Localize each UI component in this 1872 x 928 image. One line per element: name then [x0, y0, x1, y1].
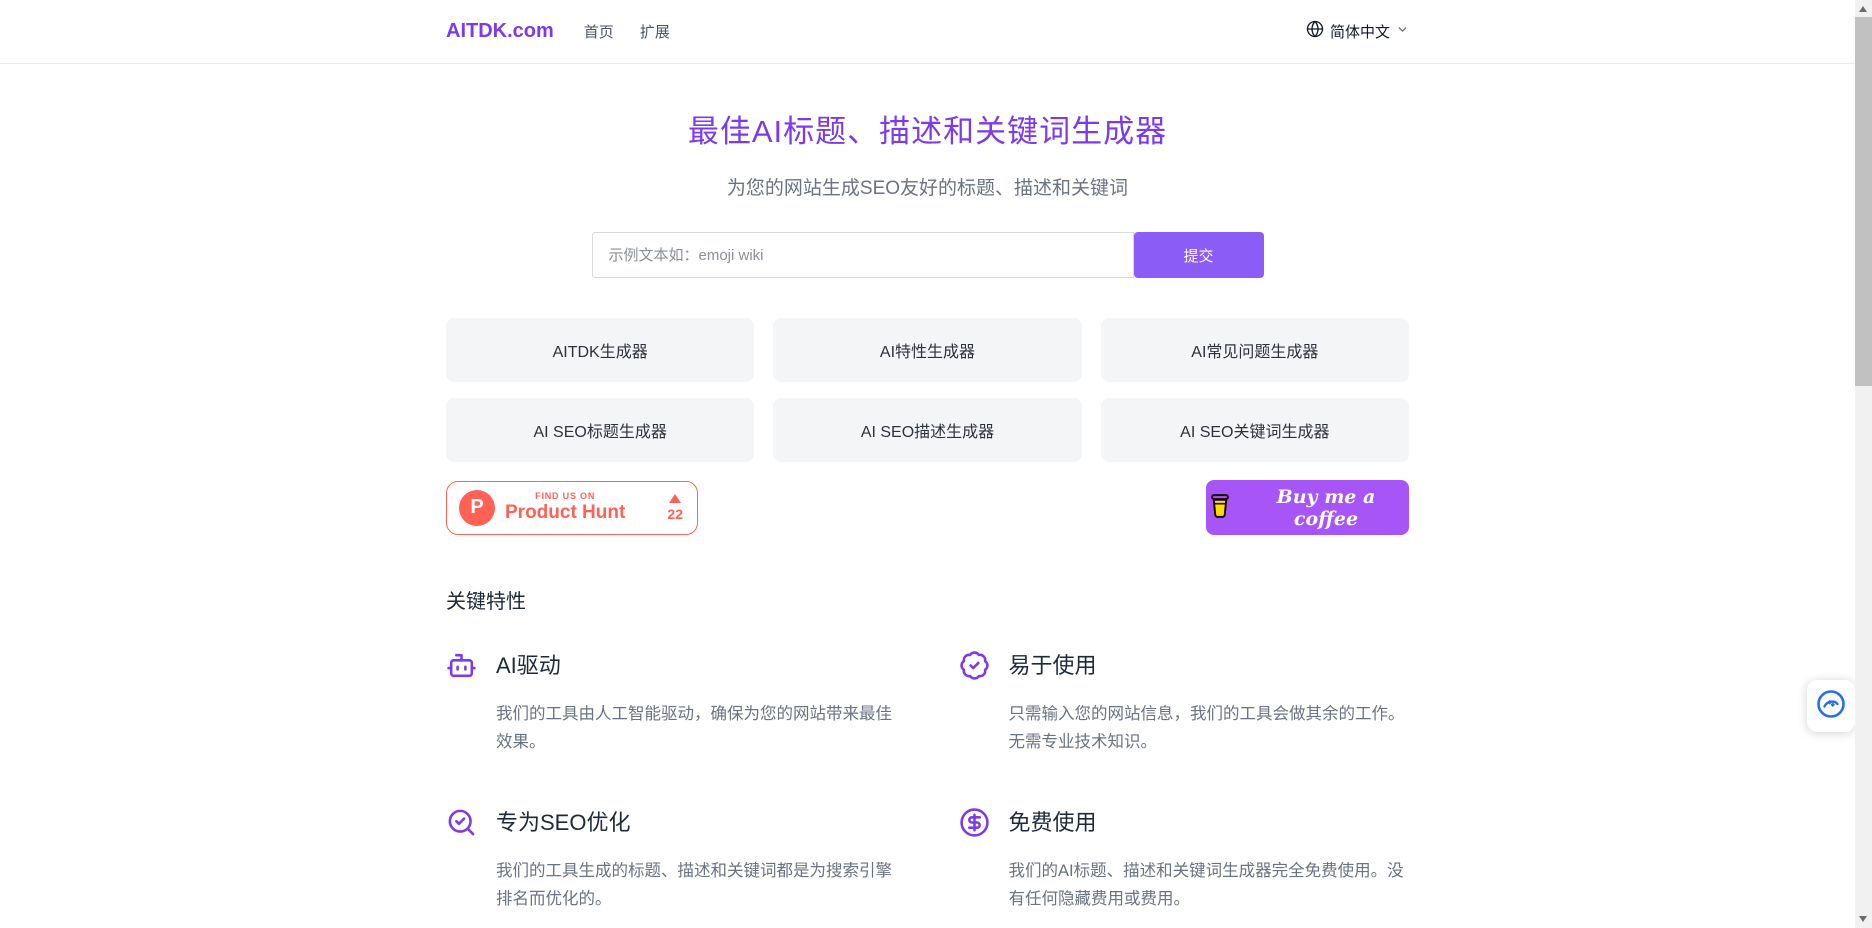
generator-button-seo-title[interactable]: AI SEO标题生成器: [446, 398, 754, 462]
feature-seo-optimized: 专为SEO优化 我们的工具生成的标题、描述和关键词都是为搜索引擎排名而优化的。: [446, 805, 897, 914]
feature-easy-to-use: 易于使用 只需输入您的网站信息，我们的工具会做其余的工作。无需专业技术知识。: [959, 648, 1410, 757]
product-hunt-upvote: 22: [667, 494, 683, 522]
page-viewport: AITDK.com 首页 扩展 简体中文: [0, 0, 1872, 928]
product-hunt-name: Product Hunt: [505, 502, 625, 524]
site-logo[interactable]: AITDK.com: [446, 20, 554, 43]
coffee-cup-icon: [1206, 491, 1234, 524]
product-hunt-tagline: FIND US ON: [505, 491, 625, 501]
product-hunt-logo-icon: P: [459, 490, 495, 526]
feature-title: 免费使用: [1009, 805, 1410, 843]
extension-float-widget[interactable]: [1807, 680, 1855, 732]
submit-button[interactable]: 提交: [1134, 232, 1264, 278]
feature-title: 专为SEO优化: [496, 805, 897, 843]
product-hunt-badge[interactable]: P FIND US ON Product Hunt 22: [446, 481, 698, 535]
buy-me-a-coffee-button[interactable]: Buy me a coffee: [1206, 480, 1409, 535]
nav-item-home[interactable]: 首页: [584, 21, 614, 42]
feature-description: 我们的工具由人工智能驱动，确保为您的网站带来最佳效果。: [496, 700, 897, 757]
globe-icon: [1306, 20, 1324, 43]
extension-icon: [1816, 689, 1846, 724]
feature-description: 我们的AI标题、描述和关键词生成器完全免费使用。没有任何隐藏费用或费用。: [1009, 857, 1410, 914]
features-grid: AI驱动 我们的工具由人工智能驱动，确保为您的网站带来最佳效果。 易于使用 只需…: [446, 648, 1409, 914]
language-selector[interactable]: 简体中文: [1306, 20, 1409, 43]
text-input[interactable]: [592, 232, 1134, 278]
page-title: 最佳AI标题、描述和关键词生成器: [446, 106, 1409, 151]
generator-button-seo-keywords[interactable]: AI SEO关键词生成器: [1101, 398, 1409, 462]
features-section: 关键特性 AI驱动 我们的工具由人工智能驱动，确保为您的网站带来最佳效果。: [446, 585, 1409, 928]
feature-description: 我们的工具生成的标题、描述和关键词都是为搜索引擎排名而优化的。: [496, 857, 897, 914]
generator-button-seo-description[interactable]: AI SEO描述生成器: [773, 398, 1081, 462]
dollar-circle-icon: [959, 805, 1009, 843]
vertical-scrollbar[interactable]: [1855, 0, 1872, 928]
generator-buttons: AITDK生成器 AI特性生成器 AI常见问题生成器 AI SEO标题生成器 A…: [446, 318, 1409, 462]
feature-title: 易于使用: [1009, 648, 1410, 686]
scrollbar-up-arrow-icon[interactable]: [1859, 6, 1867, 12]
scrollbar-thumb[interactable]: [1855, 17, 1872, 386]
generator-input-row: 提交: [592, 232, 1264, 278]
badges-row: P FIND US ON Product Hunt 22: [446, 480, 1409, 535]
hero-section: 最佳AI标题、描述和关键词生成器 为您的网站生成SEO友好的标题、描述和关键词 …: [446, 106, 1409, 535]
generator-button-aitdk[interactable]: AITDK生成器: [446, 318, 754, 382]
generator-button-features[interactable]: AI特性生成器: [773, 318, 1081, 382]
upvote-arrow-icon: [669, 494, 681, 503]
buy-me-a-coffee-label: Buy me a coffee: [1243, 486, 1409, 530]
upvote-count: 22: [667, 506, 683, 522]
scrollbar-down-arrow-icon[interactable]: [1859, 916, 1867, 922]
feature-free-to-use: 免费使用 我们的AI标题、描述和关键词生成器完全免费使用。没有任何隐藏费用或费用…: [959, 805, 1410, 914]
chevron-down-icon: [1396, 23, 1409, 41]
page-subtitle: 为您的网站生成SEO友好的标题、描述和关键词: [446, 173, 1409, 200]
language-label: 简体中文: [1330, 21, 1390, 42]
bot-icon: [446, 648, 496, 686]
main-nav: 首页 扩展: [584, 21, 670, 42]
nav-item-extension[interactable]: 扩展: [640, 21, 670, 42]
feature-description: 只需输入您的网站信息，我们的工具会做其余的工作。无需专业技术知识。: [1009, 700, 1410, 757]
top-navbar: AITDK.com 首页 扩展 简体中文: [0, 0, 1855, 64]
feature-ai-powered: AI驱动 我们的工具由人工智能驱动，确保为您的网站带来最佳效果。: [446, 648, 897, 757]
features-heading: 关键特性: [446, 585, 1409, 614]
badge-check-icon: [959, 648, 1009, 686]
search-check-icon: [446, 805, 496, 843]
feature-title: AI驱动: [496, 648, 897, 686]
generator-button-faq[interactable]: AI常见问题生成器: [1101, 318, 1409, 382]
